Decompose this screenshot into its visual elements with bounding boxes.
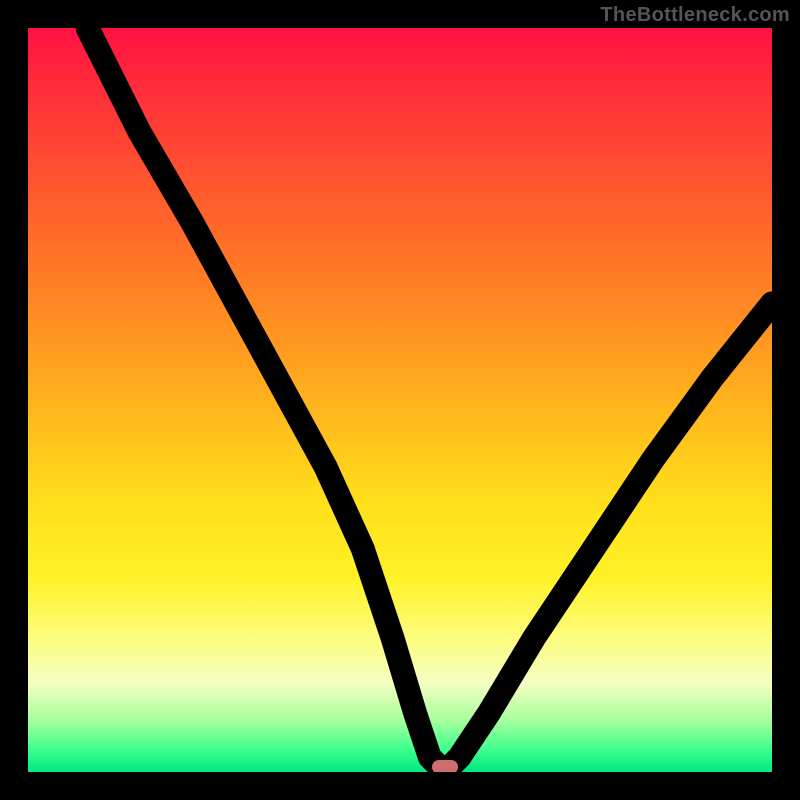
chart-frame: TheBottleneck.com (0, 0, 800, 800)
watermark-text: TheBottleneck.com (600, 4, 790, 27)
plot-area (28, 28, 772, 772)
min-marker (432, 760, 458, 772)
bottleneck-curve (88, 28, 772, 772)
curve-svg (28, 28, 772, 772)
